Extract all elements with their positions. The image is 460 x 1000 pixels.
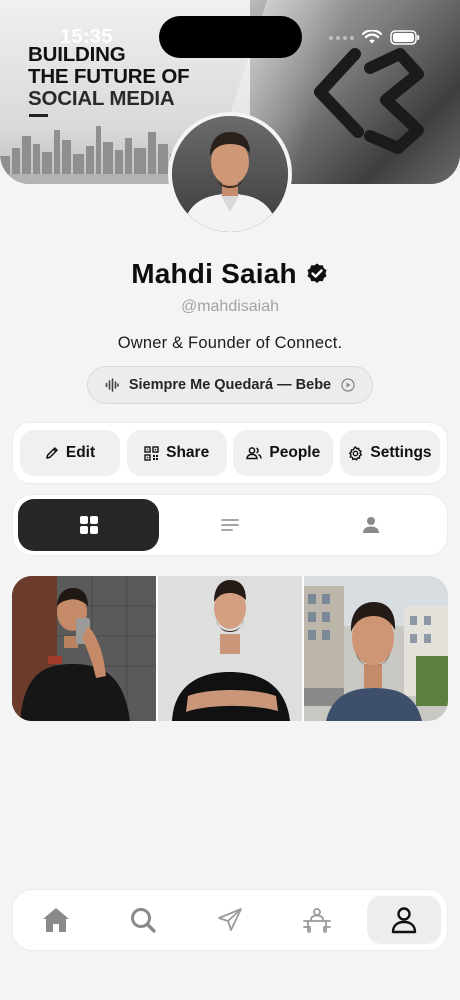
person-icon bbox=[363, 517, 380, 533]
profile-name: Mahdi Saiah bbox=[131, 258, 297, 289]
tab-list[interactable] bbox=[159, 499, 300, 551]
profile-avatar[interactable] bbox=[168, 112, 292, 236]
grid-post-1[interactable] bbox=[12, 576, 156, 721]
banner-divider bbox=[29, 114, 48, 117]
people-button-label: People bbox=[269, 444, 321, 461]
dining-icon bbox=[303, 908, 331, 933]
gear-icon bbox=[349, 445, 363, 461]
connect-logo-icon bbox=[314, 48, 424, 154]
photo-grid bbox=[12, 576, 448, 721]
profile-actions: Edit Share People Settings bbox=[12, 422, 448, 484]
mirror-selfie-photo bbox=[12, 576, 156, 721]
profile-bio: Owner & Founder of Connect. bbox=[117, 334, 343, 352]
grid-post-3[interactable] bbox=[304, 576, 448, 721]
search-icon bbox=[131, 908, 156, 933]
status-time: 15:35 bbox=[60, 26, 113, 48]
grid-post-2[interactable] bbox=[158, 576, 302, 721]
banner-headline-line: THE FUTURE OF bbox=[28, 65, 190, 88]
tab-grid[interactable] bbox=[18, 499, 160, 551]
home-icon bbox=[43, 908, 69, 932]
nav-profile[interactable] bbox=[367, 896, 441, 944]
send-icon bbox=[218, 908, 242, 931]
banner-headline: BUILDING THE FUTURE OF SOCIAL MEDIA bbox=[28, 44, 190, 110]
nav-dining[interactable] bbox=[280, 896, 354, 944]
now-playing-track: Siempre Me Quedará — Bebe bbox=[128, 377, 332, 393]
people-icon bbox=[246, 447, 263, 460]
banner-headline-line: SOCIAL MEDIA bbox=[28, 87, 175, 110]
pencil-icon bbox=[46, 447, 58, 459]
nav-home[interactable] bbox=[19, 896, 93, 944]
now-playing-pill[interactable]: Siempre Me Quedará — Bebe bbox=[87, 366, 373, 404]
edit-profile-button[interactable]: Edit bbox=[20, 430, 120, 476]
grid-icon bbox=[79, 516, 98, 534]
cellular-signal-icon bbox=[329, 35, 354, 40]
wifi-icon bbox=[362, 30, 382, 44]
street-selfie-photo bbox=[304, 576, 448, 721]
nav-search[interactable] bbox=[106, 896, 180, 944]
settings-button-label: Settings bbox=[370, 444, 432, 461]
list-icon bbox=[221, 519, 239, 531]
profile-name-row: Mahdi Saiah bbox=[0, 258, 460, 290]
tab-tagged[interactable] bbox=[301, 499, 442, 551]
edit-button-label: Edit bbox=[65, 444, 96, 461]
share-profile-button[interactable]: Share bbox=[126, 430, 227, 476]
battery-icon bbox=[390, 30, 420, 45]
bottom-navigation bbox=[12, 889, 448, 951]
play-circle-icon bbox=[341, 378, 355, 392]
people-button[interactable]: People bbox=[233, 430, 334, 476]
dynamic-island bbox=[159, 16, 302, 58]
avatar-portrait-image bbox=[172, 116, 288, 232]
portrait-photo bbox=[158, 576, 302, 721]
profile-icon bbox=[391, 907, 417, 934]
share-button-label: Share bbox=[166, 444, 210, 461]
qr-code-icon bbox=[144, 445, 159, 461]
verified-badge-icon bbox=[307, 263, 327, 283]
avatar-photo bbox=[172, 116, 288, 232]
audio-wave-icon bbox=[105, 378, 119, 392]
nav-send[interactable] bbox=[193, 896, 267, 944]
status-indicators bbox=[329, 30, 420, 45]
settings-button[interactable]: Settings bbox=[339, 430, 440, 476]
profile-handle: @mahdisaiah bbox=[180, 298, 280, 315]
content-tabs bbox=[12, 494, 448, 556]
